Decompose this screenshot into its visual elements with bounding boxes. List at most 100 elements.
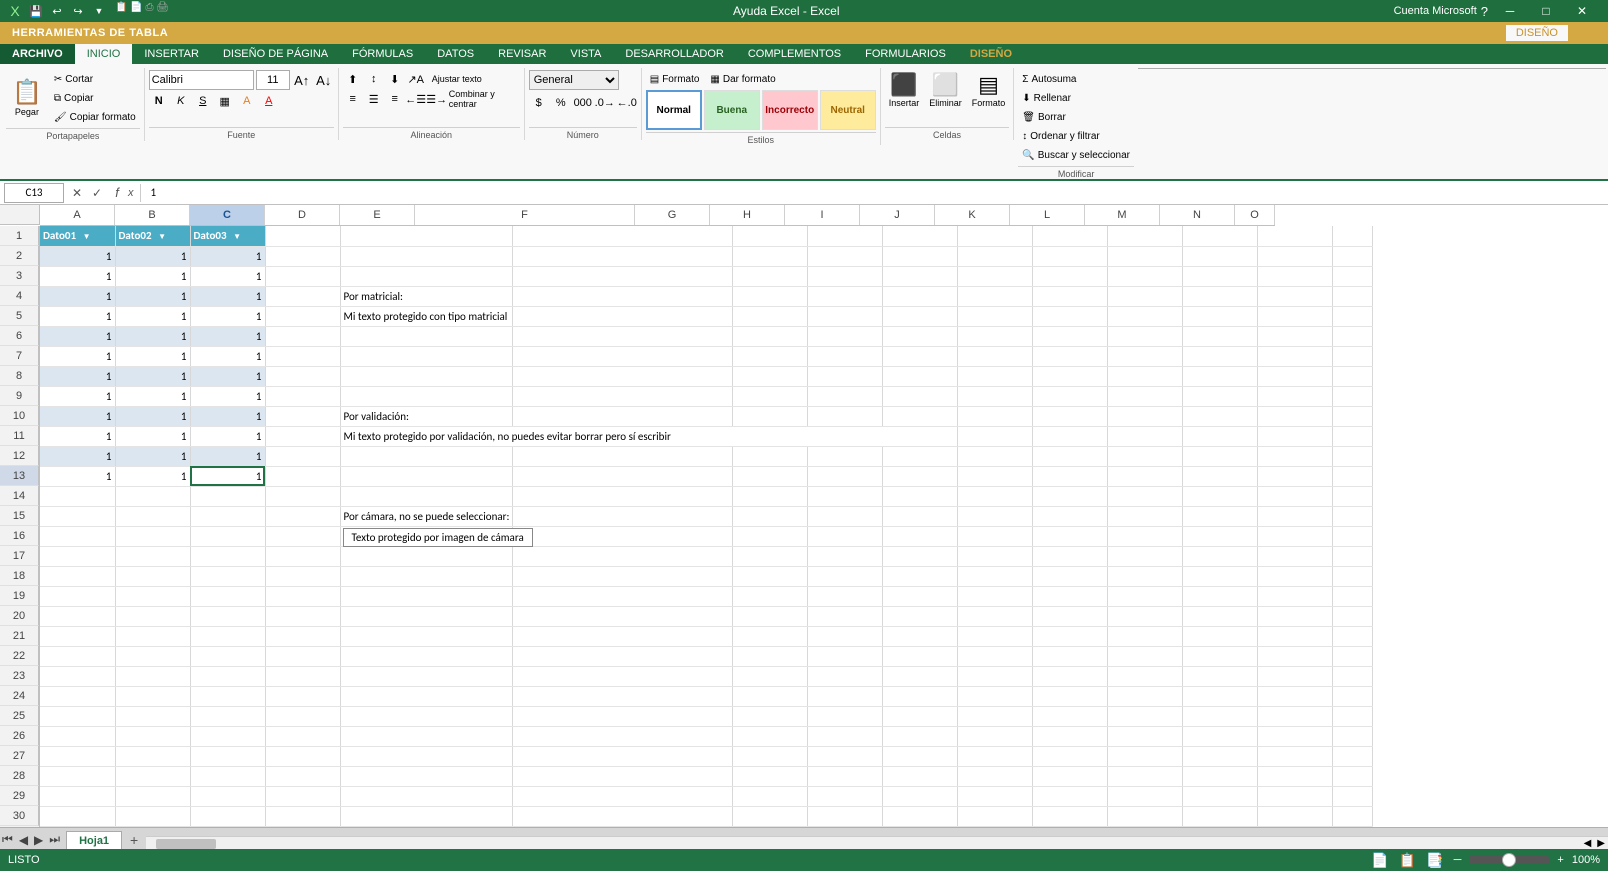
cell-N14[interactable] bbox=[1258, 486, 1333, 506]
row-header-3[interactable]: 3 bbox=[0, 266, 39, 286]
cell-C13-active[interactable]: 1 bbox=[190, 466, 265, 486]
cell-F16[interactable] bbox=[513, 526, 733, 546]
cell-B12[interactable]: 1 bbox=[115, 446, 190, 466]
cell-C5[interactable]: 1 bbox=[190, 306, 265, 326]
row-header-23[interactable]: 23 bbox=[0, 666, 39, 686]
fill-color-button[interactable]: A bbox=[237, 92, 257, 110]
combinar-button[interactable]: Combinar y centrar bbox=[448, 90, 520, 108]
cell-N17[interactable] bbox=[1258, 546, 1333, 566]
cell-B17[interactable] bbox=[115, 546, 190, 566]
cell-E10[interactable]: Por validación: bbox=[340, 406, 513, 426]
cell-L5[interactable] bbox=[1108, 306, 1183, 326]
cell-B11[interactable]: 1 bbox=[115, 426, 190, 446]
text-angle-button[interactable]: ↗A bbox=[406, 70, 426, 88]
bold-button[interactable]: N bbox=[149, 92, 169, 110]
cell-I5[interactable] bbox=[883, 306, 958, 326]
cell-J13[interactable] bbox=[958, 466, 1033, 486]
pegar-button[interactable]: 📋 Pegar bbox=[6, 70, 48, 126]
cell-O12[interactable] bbox=[1333, 446, 1373, 466]
cell-K6[interactable] bbox=[1033, 326, 1108, 346]
dropdown-icon[interactable]: ▼ bbox=[156, 231, 168, 243]
cell-D16[interactable] bbox=[265, 526, 340, 546]
cell-N5[interactable] bbox=[1258, 306, 1333, 326]
ordenar-filtrar-button[interactable]: ↕ Ordenar y filtrar bbox=[1018, 127, 1134, 145]
cell-E8[interactable] bbox=[340, 366, 513, 386]
h-scroll-thumb[interactable] bbox=[156, 839, 216, 849]
increase-decimal-button[interactable]: .0→ bbox=[595, 94, 615, 112]
row-header-4[interactable]: 4 bbox=[0, 286, 39, 306]
indent-dec-button[interactable]: ←☰ bbox=[406, 90, 426, 108]
cell-H12[interactable] bbox=[808, 446, 883, 466]
cell-H15[interactable] bbox=[808, 506, 883, 526]
cell-G16[interactable] bbox=[733, 526, 808, 546]
cell-A20[interactable] bbox=[40, 606, 115, 626]
number-format-select[interactable]: General bbox=[529, 70, 619, 90]
tab-formulas[interactable]: FÓRMULAS bbox=[340, 44, 425, 64]
cell-N2[interactable] bbox=[1258, 246, 1333, 266]
cell-E2[interactable] bbox=[340, 246, 513, 266]
cell-M2[interactable] bbox=[1183, 246, 1258, 266]
cell-K4[interactable] bbox=[1033, 286, 1108, 306]
cell-H4[interactable] bbox=[808, 286, 883, 306]
cell-M3[interactable] bbox=[1183, 266, 1258, 286]
cell-L9[interactable] bbox=[1108, 386, 1183, 406]
cell-A23[interactable] bbox=[40, 666, 115, 686]
cell-N16[interactable] bbox=[1258, 526, 1333, 546]
cell-J16[interactable] bbox=[958, 526, 1033, 546]
row-header-21[interactable]: 21 bbox=[0, 626, 39, 646]
cell-F2[interactable] bbox=[513, 246, 733, 266]
cell-A14[interactable] bbox=[40, 486, 115, 506]
help-icon[interactable]: ? bbox=[1481, 4, 1488, 19]
align-center-button[interactable]: ☰ bbox=[364, 90, 384, 108]
cell-C18[interactable] bbox=[190, 566, 265, 586]
cell-L12[interactable] bbox=[1108, 446, 1183, 466]
cell-D9[interactable] bbox=[265, 386, 340, 406]
cell-A11[interactable]: 1 bbox=[40, 426, 115, 446]
insertar-button[interactable]: ⬛ Insertar bbox=[885, 70, 924, 110]
cell-G17[interactable] bbox=[733, 546, 808, 566]
cell-K17[interactable] bbox=[1033, 546, 1108, 566]
restore-button[interactable]: □ bbox=[1528, 0, 1564, 22]
style-incorrecto[interactable]: Incorrecto bbox=[762, 90, 818, 130]
cell-L7[interactable] bbox=[1108, 346, 1183, 366]
decrease-font-button[interactable]: A↓ bbox=[314, 71, 334, 89]
cell-C16[interactable] bbox=[190, 526, 265, 546]
cell-B2[interactable]: 1 bbox=[115, 246, 190, 266]
cell-A19[interactable] bbox=[40, 586, 115, 606]
save-icon[interactable]: 💾 bbox=[27, 2, 45, 20]
cell-M8[interactable] bbox=[1183, 366, 1258, 386]
cell-D2[interactable] bbox=[265, 246, 340, 266]
font-name-input[interactable] bbox=[149, 70, 254, 90]
cell-G2[interactable] bbox=[733, 246, 808, 266]
cell-E3[interactable] bbox=[340, 266, 513, 286]
cell-B18[interactable] bbox=[115, 566, 190, 586]
cell-G12[interactable] bbox=[733, 446, 808, 466]
cell-H17[interactable] bbox=[808, 546, 883, 566]
cell-C9[interactable]: 1 bbox=[190, 386, 265, 406]
cell-I18[interactable] bbox=[883, 566, 958, 586]
row-header-7[interactable]: 7 bbox=[0, 346, 39, 366]
col-header-D[interactable]: D bbox=[265, 205, 340, 225]
cell-A18[interactable] bbox=[40, 566, 115, 586]
cell-B1[interactable]: Dato02 ▼ bbox=[115, 226, 190, 246]
close-button[interactable]: ✕ bbox=[1564, 0, 1600, 22]
cell-D15[interactable] bbox=[265, 506, 340, 526]
cell-O8[interactable] bbox=[1333, 366, 1373, 386]
row-header-25[interactable]: 25 bbox=[0, 706, 39, 726]
buscar-seleccionar-button[interactable]: 🔍 Buscar y seleccionar bbox=[1018, 146, 1134, 164]
row-header-14[interactable]: 14 bbox=[0, 486, 39, 506]
cell-E15[interactable]: Por cámara, no se puede seleccionar: bbox=[340, 506, 513, 526]
cell-E1[interactable] bbox=[340, 226, 513, 246]
autosuma-button[interactable]: Σ Autosuma bbox=[1018, 70, 1134, 88]
cell-G14[interactable] bbox=[733, 486, 808, 506]
decrease-decimal-button[interactable]: ←.0 bbox=[617, 94, 637, 112]
cell-M18[interactable] bbox=[1183, 566, 1258, 586]
cortar-button[interactable]: ✂ Cortar bbox=[50, 70, 140, 88]
cell-E4[interactable]: Por matricial: bbox=[340, 286, 513, 306]
cell-F7[interactable] bbox=[513, 346, 733, 366]
minimize-button[interactable]: ─ bbox=[1492, 0, 1528, 22]
cell-O17[interactable] bbox=[1333, 546, 1373, 566]
cell-G11[interactable] bbox=[958, 426, 1033, 446]
cell-I12[interactable] bbox=[883, 446, 958, 466]
cell-H18[interactable] bbox=[808, 566, 883, 586]
